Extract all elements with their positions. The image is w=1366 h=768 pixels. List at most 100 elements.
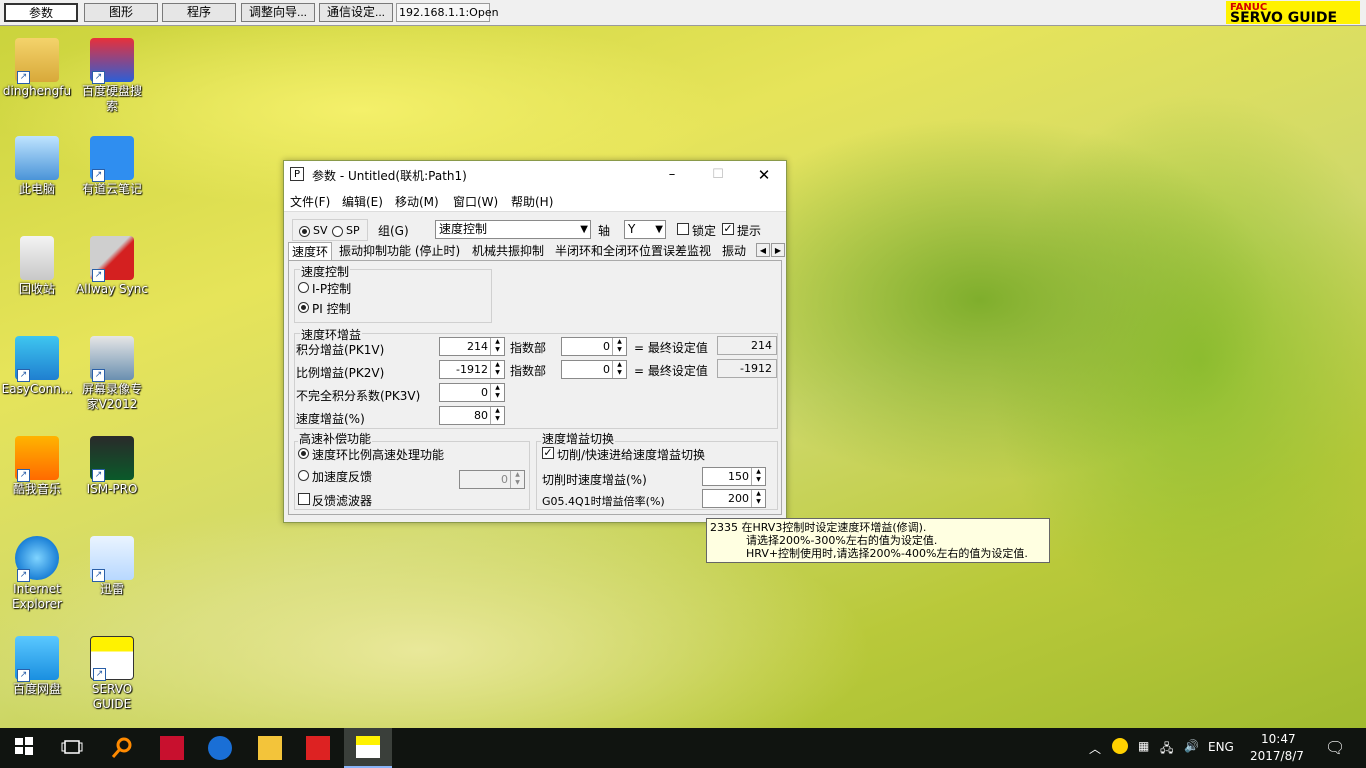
input-language[interactable]: ENG <box>1208 740 1234 754</box>
toolbar-comm-settings-button[interactable]: 通信设定... <box>319 3 393 22</box>
tab-scroll-left-icon[interactable]: ◀ <box>756 243 770 257</box>
network-icon[interactable]: 🖧 <box>1160 739 1173 760</box>
close-icon[interactable]: ✕ <box>750 165 778 185</box>
tab-mechanical-resonance[interactable]: 机械共振抑制 <box>472 242 544 260</box>
kuwo-music-icon: ↗ <box>15 436 59 482</box>
file-explorer-icon[interactable] <box>258 736 282 760</box>
highspeed-proportional-radio[interactable] <box>298 448 309 459</box>
pk1v-exp-input[interactable]: 0 ▲ ▼ <box>561 337 627 356</box>
spin-updown-icon[interactable]: ▲ ▼ <box>751 468 765 485</box>
notification-icon[interactable]: 🗨 <box>1325 738 1345 757</box>
menu-window[interactable]: 窗口(W) <box>453 193 498 210</box>
sv-radio[interactable] <box>299 226 310 237</box>
tab-position-error-monitor[interactable]: 半闭环和全闭环位置误差监视 <box>555 242 711 260</box>
taskbar: ︿ ▦ 🖧 🔊 ENG 10:47 2017/8/7 🗨 <box>0 728 1366 768</box>
top-toolbar: 参数 图形 程序 调整向导... 通信设定... 192.168.1.1:Ope… <box>0 0 1366 26</box>
desktop-icon-label: EasyConn... <box>1 382 73 396</box>
menu-move[interactable]: 移动(M) <box>395 193 439 210</box>
spin-updown-icon[interactable]: ▲ ▼ <box>612 338 626 355</box>
desktop-icon-easyconnect[interactable]: ↗ EasyConn... <box>0 336 77 397</box>
window-titlebar[interactable]: P 参数 - Untitled(联机:Path1) – ☐ ✕ <box>284 161 786 189</box>
desktop-icon-label: 屏幕录像专 家V2012 <box>81 382 142 411</box>
hint-checkbox[interactable]: ✓ <box>722 223 734 235</box>
easyconnect-icon: ↗ <box>15 336 59 382</box>
desktop-icon-youdao-note[interactable]: ↗ 有道云笔记 <box>72 136 152 197</box>
desktop-icon-baidu-netdisk[interactable]: ↗ 百度网盘 <box>0 636 77 697</box>
spin-updown-icon[interactable]: ▲ ▼ <box>612 361 626 378</box>
window-menubar: 文件(F) 编辑(E) 移动(M) 窗口(W) 帮助(H) <box>284 189 786 212</box>
pk2v-label: 比例增益(PK2V) <box>296 366 385 380</box>
cut-rapid-switch-checkbox[interactable]: ✓ <box>542 447 554 459</box>
tray-app-icon[interactable] <box>1112 738 1128 754</box>
tray-network-monitor-icon[interactable]: ▦ <box>1138 739 1149 753</box>
desktop-icon-internet-explorer[interactable]: ↗ Internet Explorer <box>0 536 77 612</box>
desktop-icon-label: 有道云笔记 <box>81 182 142 196</box>
group-label: 组(G) <box>378 224 409 238</box>
menu-help[interactable]: 帮助(H) <box>511 193 553 210</box>
toolbar-tuning-wizard-button[interactable]: 调整向导... <box>241 3 315 22</box>
tab-vibration-suppression[interactable]: 振动抑制功能 (停止时) <box>339 242 460 260</box>
cut-gain-input[interactable]: 150 ▲ ▼ <box>702 467 766 486</box>
sogou-browser-icon[interactable] <box>208 736 232 760</box>
pk1v-value: 214 <box>467 340 488 353</box>
desktop-icon-user-folder[interactable]: ↗ dinghengfu <box>0 38 77 99</box>
computer-icon <box>15 136 59 180</box>
tab-scroll-right-icon[interactable]: ▶ <box>771 243 785 257</box>
taskbar-servo-guide-active[interactable] <box>344 728 392 768</box>
volume-icon[interactable]: 🔊 <box>1184 739 1199 753</box>
menu-edit[interactable]: 编辑(E) <box>342 193 383 210</box>
desktop-icon-allway-sync[interactable]: ↗ Allway Sync <box>72 236 152 297</box>
spin-updown-icon[interactable]: ▲ ▼ <box>510 471 524 488</box>
app-red-square-icon[interactable] <box>160 736 184 760</box>
clock-date[interactable]: 2017/8/7 <box>1250 749 1304 763</box>
windows-start-icon[interactable] <box>14 736 38 760</box>
group-select[interactable]: 速度控制 ▼ <box>435 220 591 239</box>
pk1v-final-label: = 最终设定值 <box>634 341 708 355</box>
pk1v-label: 积分增益(PK1V) <box>296 343 385 357</box>
desktop-icon-servo-guide[interactable]: ↗ SERVO GUIDE <box>72 636 152 712</box>
search-icon[interactable] <box>110 736 134 760</box>
pk2v-exp-value: 0 <box>603 363 610 376</box>
ip-control-radio[interactable] <box>298 282 309 293</box>
tab-speed-loop[interactable]: 速度环 <box>288 242 333 261</box>
desktop-icon-baidu-search[interactable]: ↗ 百度硬盘搜 索 <box>72 38 152 114</box>
pk2v-input[interactable]: -1912 ▲ ▼ <box>439 360 505 379</box>
pk2v-exp-input[interactable]: 0 ▲ ▼ <box>561 360 627 379</box>
accel-feedback-input[interactable]: 0 ▲ ▼ <box>459 470 525 489</box>
pdf-reader-icon[interactable] <box>306 736 330 760</box>
task-view-icon[interactable] <box>61 736 85 760</box>
clock-time[interactable]: 10:47 <box>1261 732 1296 746</box>
axis-select[interactable]: Y ▼ <box>624 220 666 239</box>
desktop-icon-xunlei[interactable]: ↗ 迅雷 <box>72 536 152 597</box>
pi-control-radio[interactable] <box>298 302 309 313</box>
maximize-icon[interactable]: ☐ <box>704 165 732 185</box>
tab-vibration[interactable]: 振动 <box>722 242 754 260</box>
spin-updown-icon[interactable]: ▲ ▼ <box>490 384 504 401</box>
desktop-icon-kuwo-music[interactable]: ↗ 酷我音乐 <box>0 436 77 497</box>
highspeed-proportional-label: 速度环比例高速处理功能 <box>312 448 445 462</box>
toolbar-parameter-button[interactable]: 参数 <box>4 3 78 22</box>
menu-file[interactable]: 文件(F) <box>290 193 330 210</box>
feedback-filter-checkbox[interactable] <box>298 493 310 505</box>
toolbar-program-button[interactable]: 程序 <box>162 3 236 22</box>
pk1v-input[interactable]: 214 ▲ ▼ <box>439 337 505 356</box>
desktop-icon-screen-recorder[interactable]: ↗ 屏幕录像专 家V2012 <box>72 336 152 412</box>
minimize-icon[interactable]: – <box>658 165 686 185</box>
spin-updown-icon[interactable]: ▲ ▼ <box>490 361 504 378</box>
spin-updown-icon[interactable]: ▲ ▼ <box>490 338 504 355</box>
spin-updown-icon[interactable]: ▲ ▼ <box>490 407 504 424</box>
sp-radio[interactable] <box>332 226 343 237</box>
pk3v-input[interactable]: 0 ▲ ▼ <box>439 383 505 402</box>
lock-checkbox[interactable] <box>677 223 689 235</box>
g05-gain-input[interactable]: 200 ▲ ▼ <box>702 489 766 508</box>
toolbar-graph-button[interactable]: 图形 <box>84 3 158 22</box>
logo-servo-guide-text: SERVO GUIDE <box>1230 10 1338 26</box>
desktop-icon-ism-pro[interactable]: ↗ ISM-PRO <box>72 436 152 497</box>
tray-expand-icon[interactable]: ︿ <box>1089 740 1101 757</box>
spin-updown-icon[interactable]: ▲ ▼ <box>751 490 765 507</box>
cut-gain-value: 150 <box>728 470 749 483</box>
accel-feedback-radio[interactable] <box>298 470 309 481</box>
desktop-icon-recycle-bin[interactable]: 回收站 <box>0 236 77 297</box>
desktop-icon-this-pc[interactable]: 此电脑 <box>0 136 77 197</box>
velocity-gain-input[interactable]: 80 ▲ ▼ <box>439 406 505 425</box>
